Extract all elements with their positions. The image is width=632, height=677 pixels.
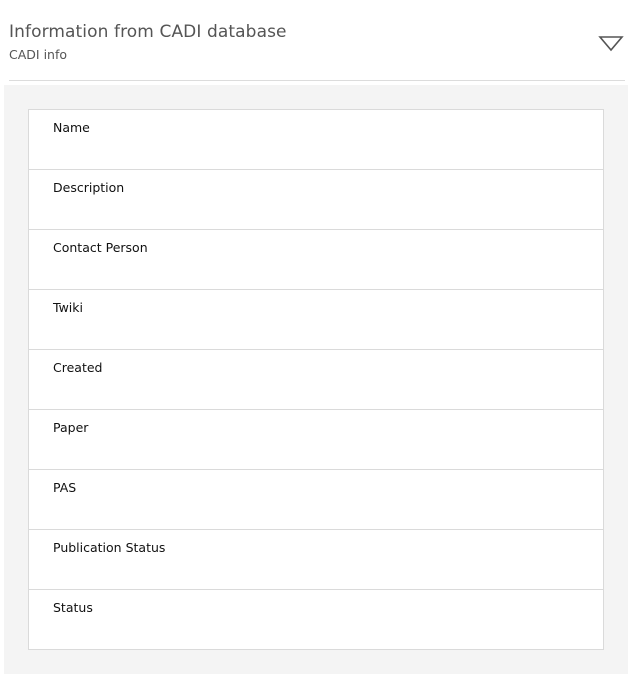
row-label-contact-person: Contact Person [53,240,148,255]
row-paper: Paper [29,409,603,469]
collapse-toggle-icon[interactable] [598,33,624,53]
row-pas: PAS [29,469,603,529]
row-label-twiki: Twiki [53,300,83,315]
row-description: Description [29,169,603,229]
row-label-status: Status [53,600,93,615]
row-twiki: Twiki [29,289,603,349]
row-label-publication-status: Publication Status [53,540,166,555]
row-label-paper: Paper [53,420,89,435]
row-contact-person: Contact Person [29,229,603,289]
panel-header[interactable]: Information from CADI database CADI info [9,0,625,81]
row-name: Name [29,110,603,169]
row-publication-status: Publication Status [29,529,603,589]
info-table: Name Description Contact Person Twiki Cr… [28,109,604,650]
row-label-created: Created [53,360,103,375]
row-label-name: Name [53,120,90,135]
row-label-description: Description [53,180,125,195]
row-status: Status [29,589,603,649]
row-label-pas: PAS [53,480,77,495]
panel-body: Name Description Contact Person Twiki Cr… [4,85,628,674]
panel-subtitle: CADI info [9,47,68,62]
panel-title: Information from CADI database [9,22,287,42]
row-created: Created [29,349,603,409]
